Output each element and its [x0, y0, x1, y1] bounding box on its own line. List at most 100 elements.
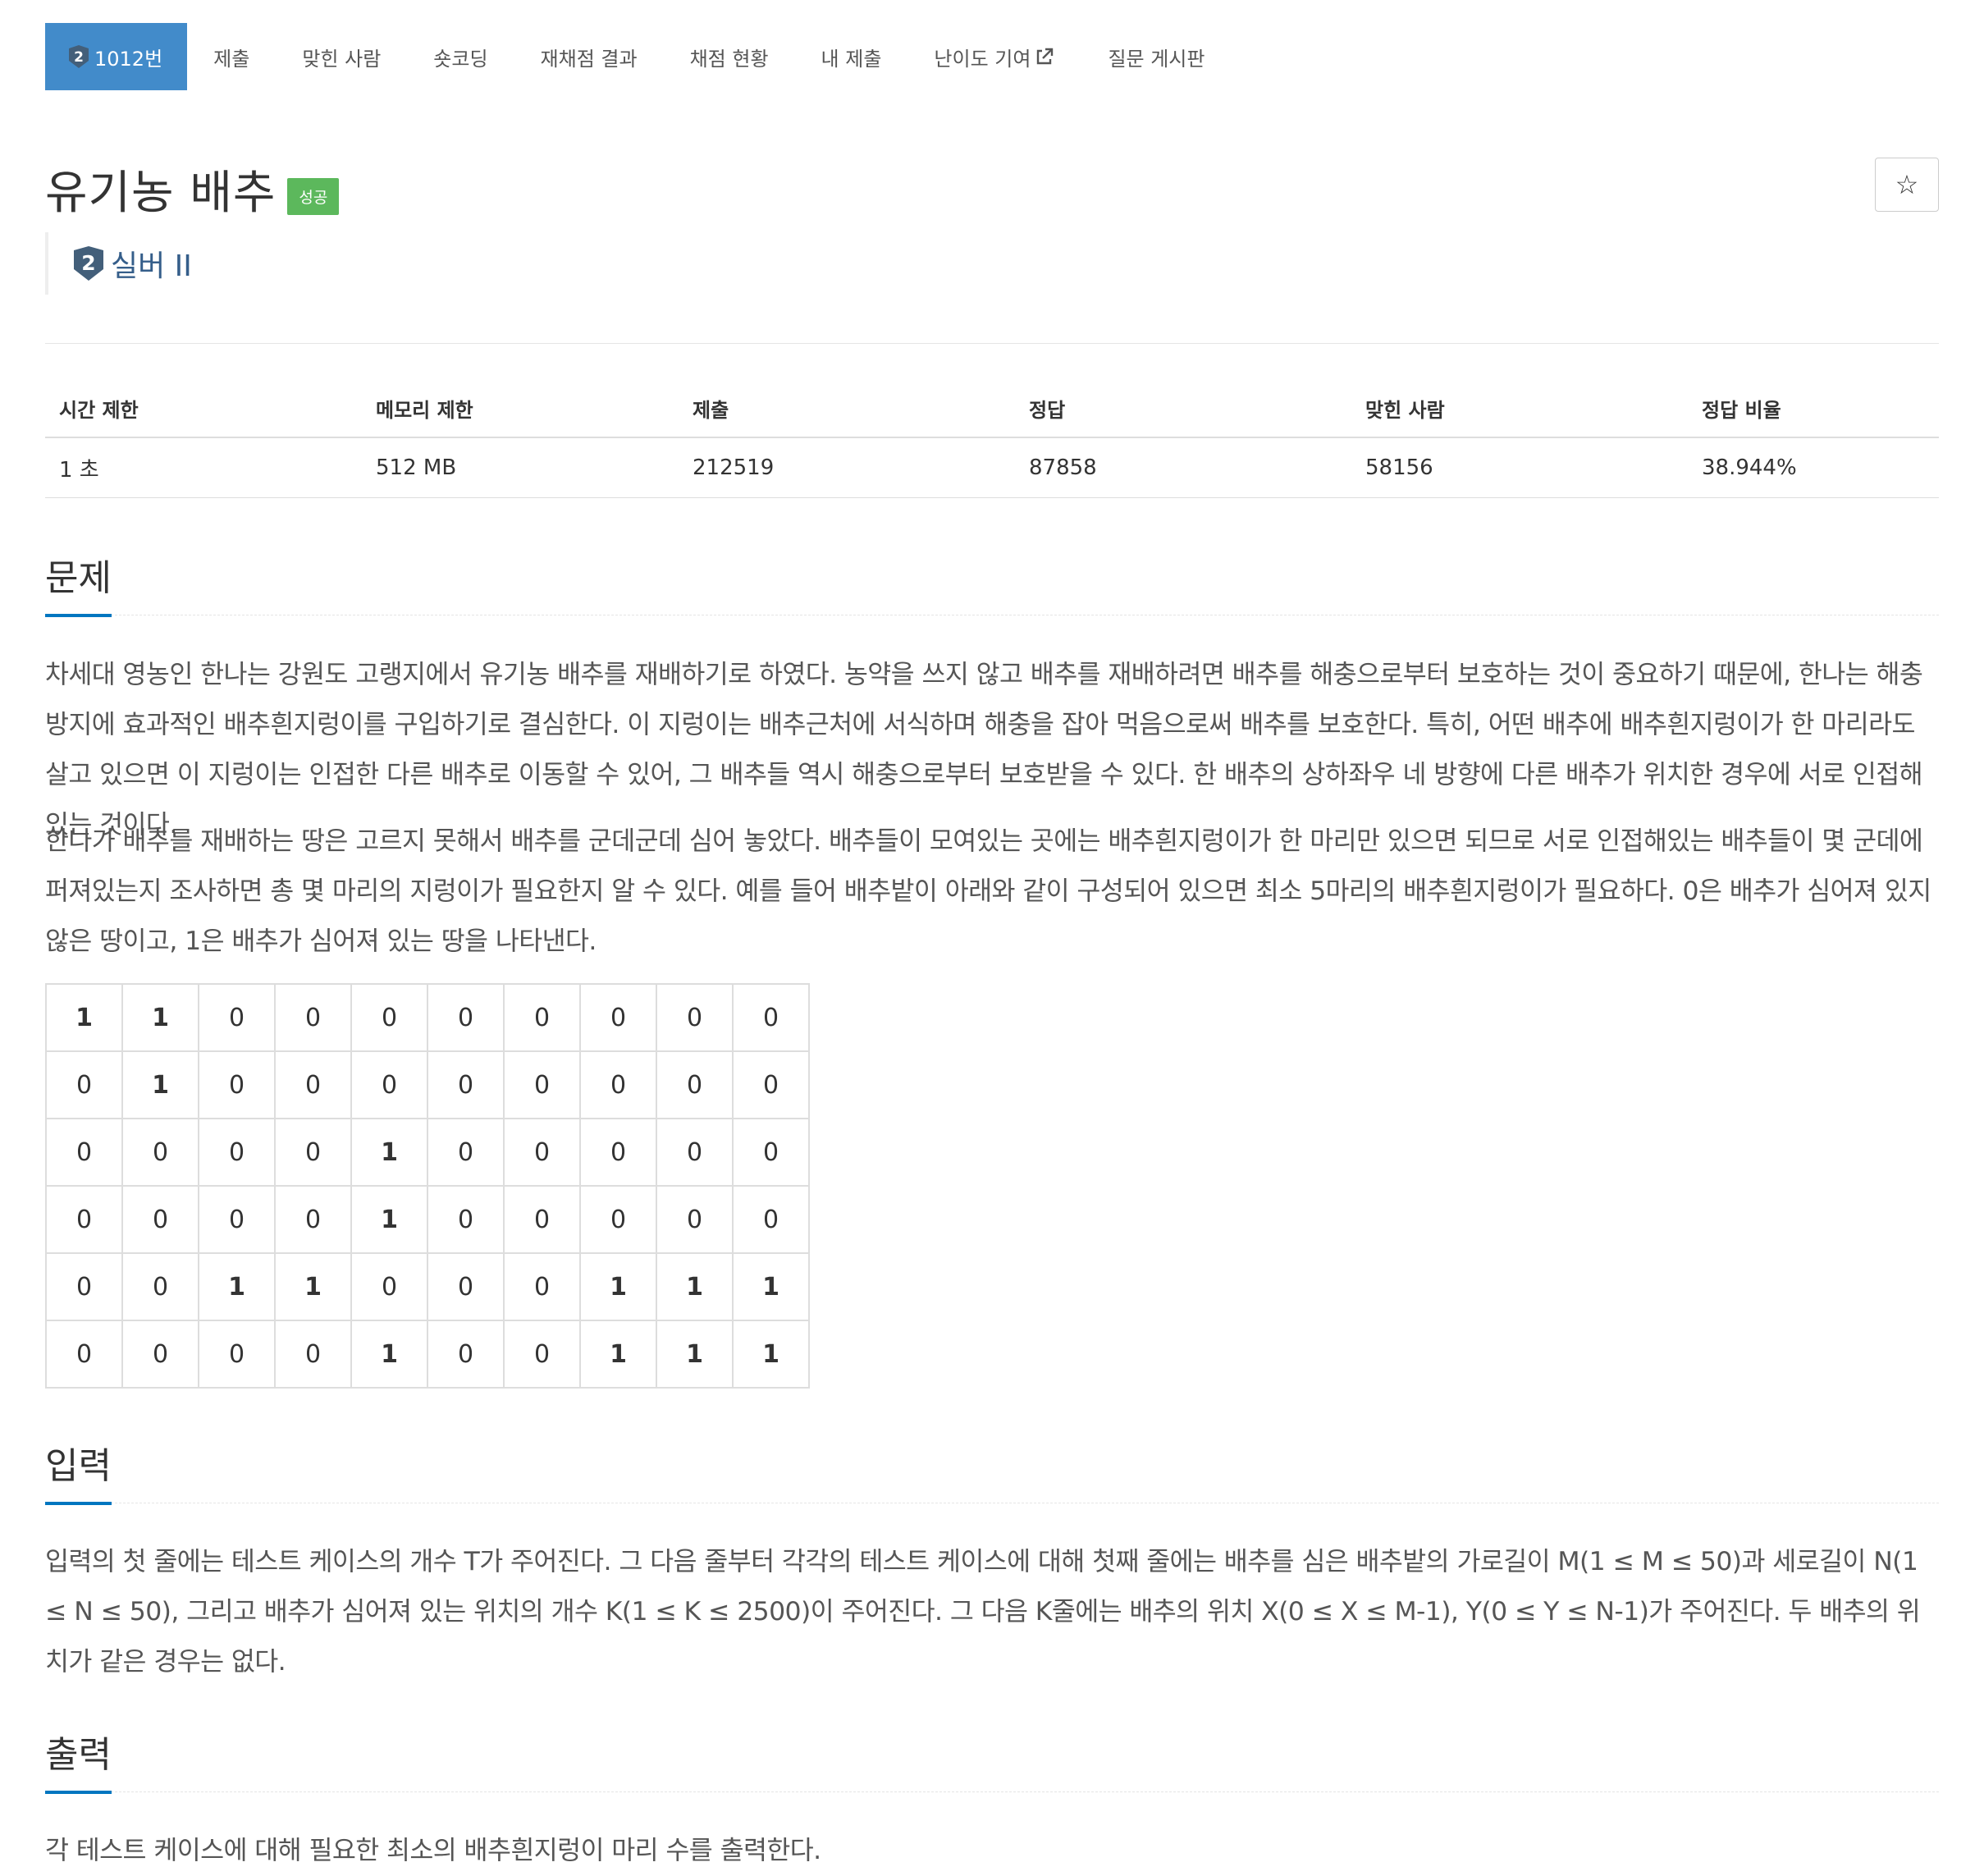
- favorite-star-button[interactable]: ☆: [1875, 158, 1939, 212]
- grid-cell: 1: [350, 1118, 428, 1187]
- input-header: 입력: [45, 1436, 1939, 1505]
- nav-submit[interactable]: 제출: [187, 23, 276, 90]
- grid-cell: 0: [198, 1118, 276, 1187]
- info-memory-limit: 512 MB: [362, 437, 679, 498]
- grid-cell: 0: [579, 1050, 657, 1119]
- nav-difficulty-contribution[interactable]: 난이도 기여: [907, 23, 1081, 90]
- star-icon: ☆: [1895, 169, 1919, 200]
- section-divider: [45, 1791, 1939, 1792]
- info-header-solved-users: 맞힌 사람: [1351, 379, 1688, 438]
- grid-cell: 0: [427, 1252, 505, 1321]
- grid-cell: 1: [45, 983, 123, 1052]
- grid-cell: 1: [198, 1252, 276, 1321]
- grid-cell: 0: [427, 1320, 505, 1389]
- tier-info: 2 실버 II: [45, 232, 192, 295]
- nav-judge-status[interactable]: 채점 현황: [664, 23, 795, 90]
- grid-cell: 1: [121, 1050, 199, 1119]
- grid-cell: 1: [656, 1320, 734, 1389]
- grid-cell: 0: [274, 1050, 352, 1119]
- grid-cell: 0: [274, 1320, 352, 1389]
- info-accept-ratio: 38.944%: [1688, 437, 1939, 498]
- grid-row: 1100000000: [45, 983, 810, 1052]
- nav-my-submissions-label: 내 제출: [821, 47, 882, 71]
- info-header-accept-ratio: 정답 비율: [1688, 379, 1939, 438]
- info-solved-users: 58156: [1351, 437, 1688, 498]
- grid-cell: 0: [503, 1320, 581, 1389]
- description-title: 문제: [45, 548, 112, 617]
- grid-cell: 0: [732, 1118, 810, 1187]
- external-link-icon: [1037, 48, 1054, 65]
- nav-problem-number-label: 1012번: [94, 47, 163, 71]
- grid-cell: 0: [579, 1185, 657, 1254]
- grid-cell: 1: [274, 1252, 352, 1321]
- divider: [45, 343, 1939, 344]
- silver-2-tier-icon: 2: [69, 45, 89, 68]
- grid-cell: 0: [732, 983, 810, 1052]
- problem-nav: 2 1012번 제출 맞힌 사람 숏코딩 재채점 결과 채점 현황 내 제출 난…: [45, 23, 1231, 90]
- nav-question-board[interactable]: 질문 게시판: [1081, 23, 1231, 90]
- cabbage-field-grid: 1100000000010000000000001000000000100000…: [45, 983, 810, 1389]
- info-time-limit: 1 초: [45, 437, 362, 498]
- grid-cell: 0: [503, 1252, 581, 1321]
- info-header-accepted: 정답: [1015, 379, 1351, 438]
- grid-cell: 0: [45, 1252, 123, 1321]
- svg-text:2: 2: [81, 251, 95, 275]
- grid-cell: 0: [121, 1185, 199, 1254]
- grid-cell: 0: [503, 1185, 581, 1254]
- nav-short-coding[interactable]: 숏코딩: [407, 23, 514, 90]
- nav-rejudge-results[interactable]: 재채점 결과: [514, 23, 664, 90]
- grid-cell: 0: [45, 1118, 123, 1187]
- description-header: 문제: [45, 548, 1939, 617]
- grid-cell: 0: [350, 1252, 428, 1321]
- grid-cell: 0: [427, 1185, 505, 1254]
- grid-cell: 1: [579, 1320, 657, 1389]
- nav-short-coding-label: 숏코딩: [433, 47, 488, 71]
- problem-title: 유기농 배추: [45, 167, 277, 220]
- grid-cell: 0: [503, 1118, 581, 1187]
- grid-row: 0011000111: [45, 1252, 810, 1321]
- grid-cell: 1: [121, 983, 199, 1052]
- silver-2-tier-icon: 2: [74, 246, 103, 281]
- grid-cell: 0: [656, 1050, 734, 1119]
- tier-label: 실버 II: [111, 249, 192, 283]
- grid-cell: 0: [274, 983, 352, 1052]
- grid-cell: 0: [45, 1050, 123, 1119]
- grid-row: 0000100000: [45, 1185, 810, 1254]
- grid-cell: 0: [732, 1185, 810, 1254]
- info-accepted: 87858: [1015, 437, 1351, 498]
- grid-cell: 0: [45, 1185, 123, 1254]
- problem-title-row: 유기농 배추 성공: [45, 156, 340, 222]
- nav-question-board-label: 질문 게시판: [1108, 47, 1205, 71]
- svg-text:2: 2: [74, 49, 84, 66]
- grid-cell: 0: [274, 1118, 352, 1187]
- grid-cell: 0: [350, 1050, 428, 1119]
- nav-solved-users[interactable]: 맞힌 사람: [276, 23, 407, 90]
- nav-rejudge-results-label: 재채점 결과: [540, 47, 638, 71]
- grid-cell: 0: [503, 983, 581, 1052]
- output-title: 출력: [45, 1725, 112, 1794]
- grid-cell: 0: [656, 983, 734, 1052]
- nav-my-submissions[interactable]: 내 제출: [795, 23, 908, 90]
- grid-cell: 0: [656, 1185, 734, 1254]
- nav-solved-users-label: 맞힌 사람: [302, 47, 382, 71]
- grid-cell: 0: [579, 1118, 657, 1187]
- grid-cell: 0: [198, 1050, 276, 1119]
- grid-cell: 1: [656, 1252, 734, 1321]
- success-badge: 성공: [287, 178, 340, 215]
- grid-row: 0000100000: [45, 1118, 810, 1187]
- grid-cell: 0: [732, 1050, 810, 1119]
- nav-difficulty-contribution-label: 난이도 기여: [934, 47, 1031, 71]
- grid-cell: 0: [121, 1118, 199, 1187]
- grid-row: 0100000000: [45, 1050, 810, 1119]
- info-header-row: 시간 제한 메모리 제한 제출 정답 맞힌 사람 정답 비율: [45, 379, 1939, 438]
- problem-info-table: 시간 제한 메모리 제한 제출 정답 맞힌 사람 정답 비율 1 초 512 M…: [45, 379, 1939, 498]
- info-header-submissions: 제출: [679, 379, 1015, 438]
- nav-submit-label: 제출: [213, 47, 250, 71]
- input-description: 입력의 첫 줄에는 테스트 케이스의 개수 T가 주어진다. 그 다음 줄부터 …: [45, 1547, 1921, 1677]
- grid-cell: 0: [503, 1050, 581, 1119]
- grid-cell: 0: [427, 1118, 505, 1187]
- nav-problem-number[interactable]: 2 1012번: [45, 23, 188, 90]
- grid-cell: 0: [198, 983, 276, 1052]
- output-description: 각 테스트 케이스에 대해 필요한 최소의 배추흰지렁이 마리 수를 출력한다.: [45, 1836, 821, 1865]
- grid-cell: 1: [350, 1185, 428, 1254]
